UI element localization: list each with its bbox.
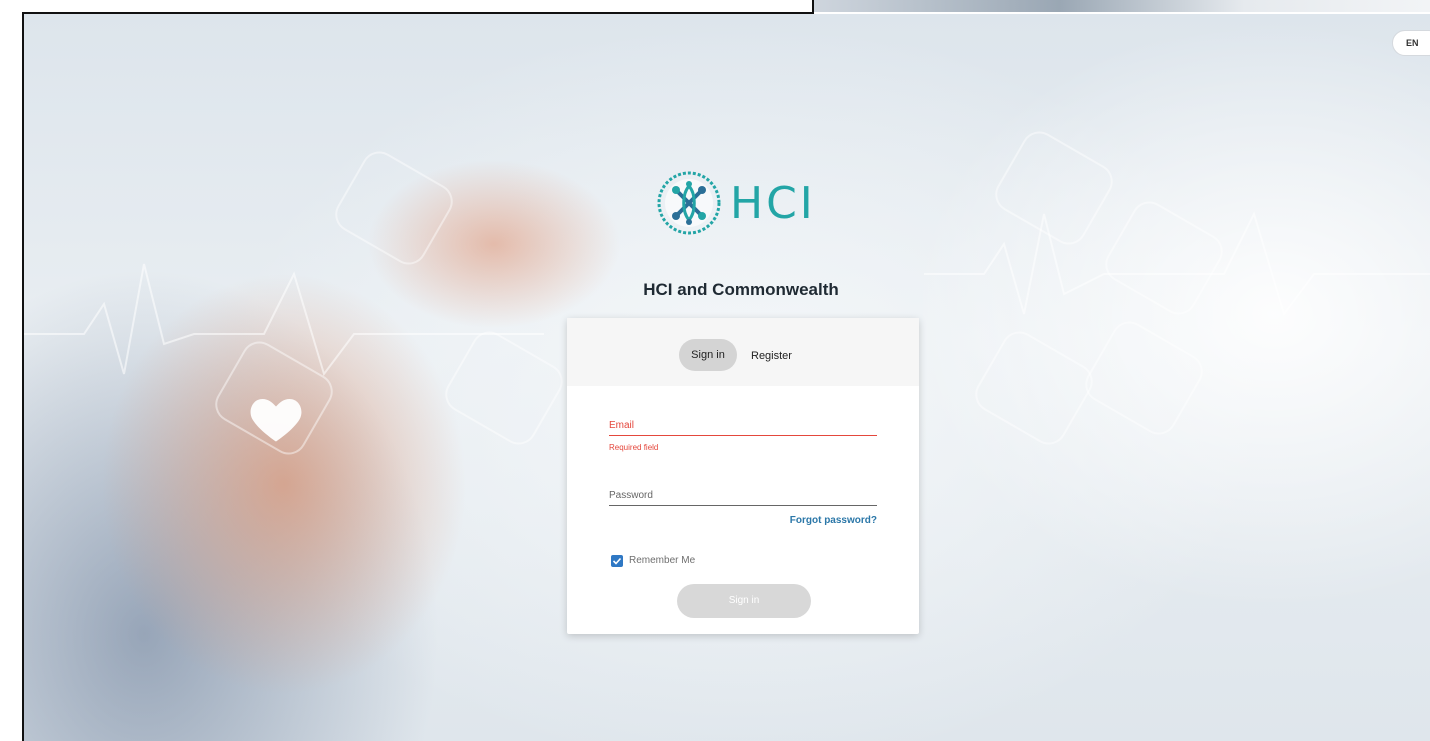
background-preview-strip	[812, 0, 1430, 12]
page-title: HCI and Commonwealth	[643, 280, 839, 299]
email-error-text: Required field	[609, 443, 659, 452]
checkmark-icon	[612, 557, 622, 565]
email-field[interactable]: Email	[609, 420, 634, 431]
language-selector[interactable]: EN	[1392, 30, 1430, 56]
sign-in-button[interactable]: Sign in	[677, 584, 811, 618]
brand-logo: HCI	[656, 170, 836, 238]
logo-emblem-icon	[657, 171, 721, 235]
remember-me-checkbox[interactable]	[611, 555, 623, 567]
login-card: Sign in Register Email Required field Pa…	[567, 318, 919, 634]
language-label: EN	[1406, 38, 1419, 48]
password-field-underline	[609, 505, 877, 506]
password-field[interactable]: Password	[609, 490, 653, 501]
email-field-underline	[609, 435, 877, 436]
forgot-password-link[interactable]: Forgot password?	[790, 515, 877, 526]
tab-register[interactable]: Register	[751, 339, 792, 371]
tab-sign-in[interactable]: Sign in	[679, 339, 737, 371]
logo-text: HCI	[730, 178, 816, 229]
auth-tabs: Sign in Register	[567, 318, 919, 386]
remember-me-label: Remember Me	[629, 555, 696, 566]
heart-icon	[246, 389, 306, 449]
